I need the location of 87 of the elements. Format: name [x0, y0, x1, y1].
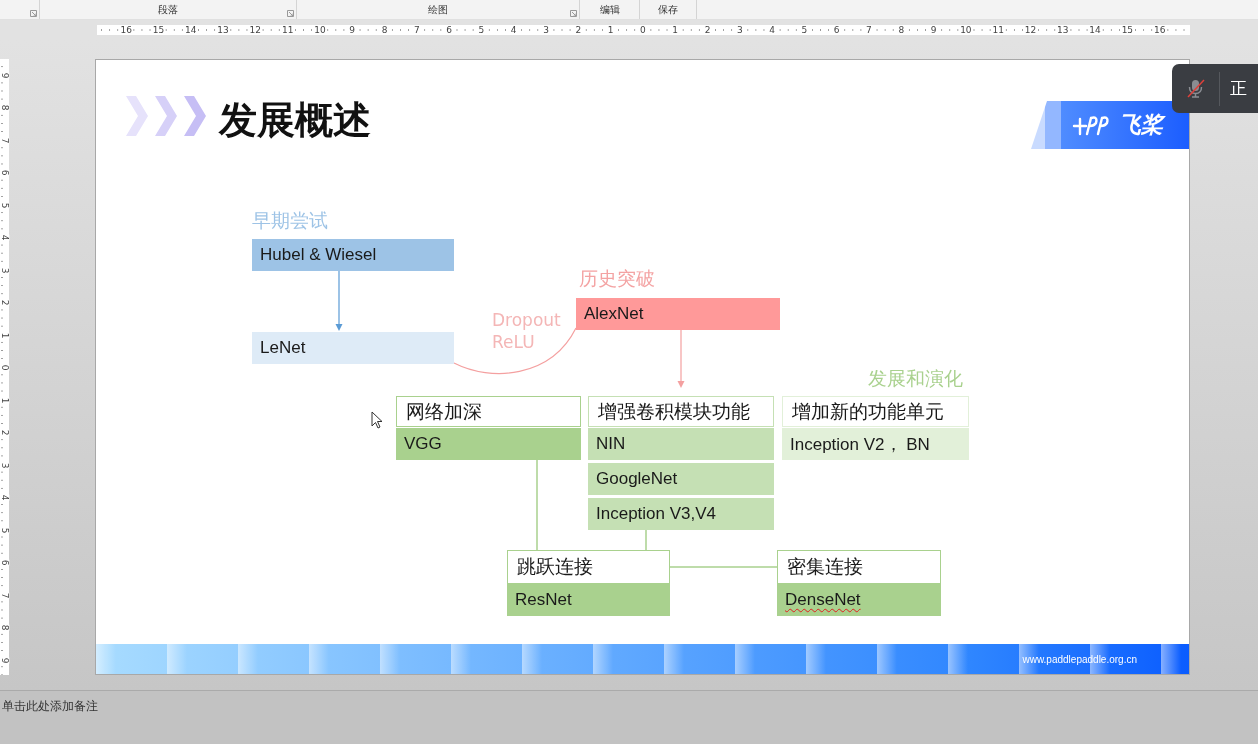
- ruler-number: 3: [0, 267, 9, 274]
- dialog-launcher-icon[interactable]: [570, 10, 577, 17]
- ruler-number: 3: [735, 25, 744, 35]
- ruler-number: 15: [151, 25, 166, 35]
- model-box: Inception V2， BN: [782, 428, 969, 460]
- ruler-number: 4: [509, 25, 518, 35]
- ruler-number: 0: [0, 364, 9, 371]
- ruler-number: 8: [897, 25, 906, 35]
- model-box: Hubel & Wiesel: [252, 239, 454, 271]
- dialog-launcher-icon[interactable]: [30, 10, 37, 17]
- ruler-number: 15: [1120, 25, 1135, 35]
- section-caption: 发展和演化: [868, 366, 963, 390]
- ruler-number: 9: [0, 657, 9, 664]
- section-caption: 早期尝试: [252, 208, 328, 232]
- ruler-number: 3: [0, 462, 9, 469]
- ruler-number: 7: [412, 25, 421, 35]
- ruler-number: 10: [959, 25, 973, 35]
- category-header: 网络加深: [396, 396, 581, 427]
- ruler-number: 1: [671, 25, 680, 35]
- ruler-number: 8: [380, 25, 389, 35]
- ruler-number: 14: [184, 25, 198, 35]
- ruler-number: 16: [119, 25, 133, 35]
- ruler-number: 9: [0, 72, 9, 79]
- ruler-number: 7: [0, 137, 9, 144]
- ruler-number: 13: [216, 25, 230, 35]
- ruler-number: 13: [1056, 25, 1070, 35]
- ruler-number: 16: [1152, 25, 1167, 35]
- section-caption: 历史突破: [579, 266, 655, 290]
- model-box: ResNet: [507, 584, 670, 616]
- model-box: VGG: [396, 428, 581, 460]
- ruler-number: 9: [348, 25, 357, 35]
- category-header: 跳跃连接: [507, 550, 670, 584]
- model-box: AlexNet: [576, 298, 780, 330]
- ruler-number: 2: [703, 25, 712, 35]
- ruler-number: 10: [313, 25, 327, 35]
- meeting-status: 正: [1230, 77, 1247, 100]
- ribbon-group-label: 编辑: [599, 2, 620, 17]
- ruler-number: 3: [542, 25, 550, 35]
- ribbon-group-label: 保存: [658, 2, 678, 17]
- category-header: 增加新的功能单元: [782, 396, 969, 427]
- category-header: 密集连接: [777, 550, 941, 584]
- ruler-number: 1: [0, 332, 9, 339]
- dialog-launcher-icon[interactable]: [287, 10, 294, 17]
- annotation-text: Dropout ReLU: [492, 309, 561, 353]
- footer-url: www.paddlepaddle.org.cn: [1022, 653, 1137, 665]
- ruler-number: 7: [865, 25, 873, 35]
- ruler-number: 11: [991, 25, 1005, 35]
- ruler-number: 1: [0, 397, 9, 404]
- ruler-number: 9: [929, 25, 938, 35]
- model-box: Inception V3,V4: [588, 498, 774, 530]
- slide-title: 发展概述: [219, 97, 371, 144]
- mouse-pointer-icon: [371, 411, 383, 429]
- ruler-number: 7: [0, 592, 9, 599]
- ribbon-group-label: 段落: [158, 2, 178, 17]
- model-box: GoogleNet: [588, 463, 774, 495]
- arrow: [335, 270, 343, 331]
- ruler-number: 2: [574, 25, 583, 35]
- model-box: LeNet: [252, 332, 454, 364]
- muted-microphone-icon[interactable]: [1186, 78, 1206, 99]
- ruler-number: 6: [0, 169, 9, 176]
- ruler-number: 5: [800, 25, 809, 35]
- ruler-number: 6: [832, 25, 841, 35]
- ruler-number: 4: [0, 494, 9, 501]
- ruler-number: 5: [0, 202, 9, 209]
- ruler-number: 12: [248, 25, 263, 35]
- notes-placeholder: 单击此处添加备注: [2, 699, 98, 713]
- ruler-number: 8: [0, 104, 9, 111]
- ribbon-group-label: 绘图: [428, 2, 448, 17]
- ruler-number: 2: [0, 299, 9, 306]
- connector-line: [645, 529, 647, 551]
- ruler-number: 4: [768, 25, 776, 35]
- ruler-number: 2: [0, 429, 9, 436]
- ruler-number: 6: [0, 559, 9, 566]
- ruler-number: 0: [639, 25, 647, 35]
- ruler-number: 6: [445, 25, 453, 35]
- ruler-number: 14: [1088, 25, 1102, 35]
- ruler-number: 11: [280, 25, 295, 35]
- ruler-number: 5: [0, 527, 9, 534]
- ruler-number: 4: [0, 234, 9, 241]
- model-box: NIN: [588, 428, 774, 460]
- arrow: [677, 329, 685, 388]
- ruler-number: 8: [0, 624, 9, 631]
- category-header: 增强卷积模块功能: [588, 396, 774, 427]
- ruler-number: 5: [477, 25, 486, 35]
- ruler-number: 1: [606, 25, 615, 35]
- ruler-number: 12: [1023, 25, 1038, 35]
- model-box: DenseNet: [777, 584, 941, 616]
